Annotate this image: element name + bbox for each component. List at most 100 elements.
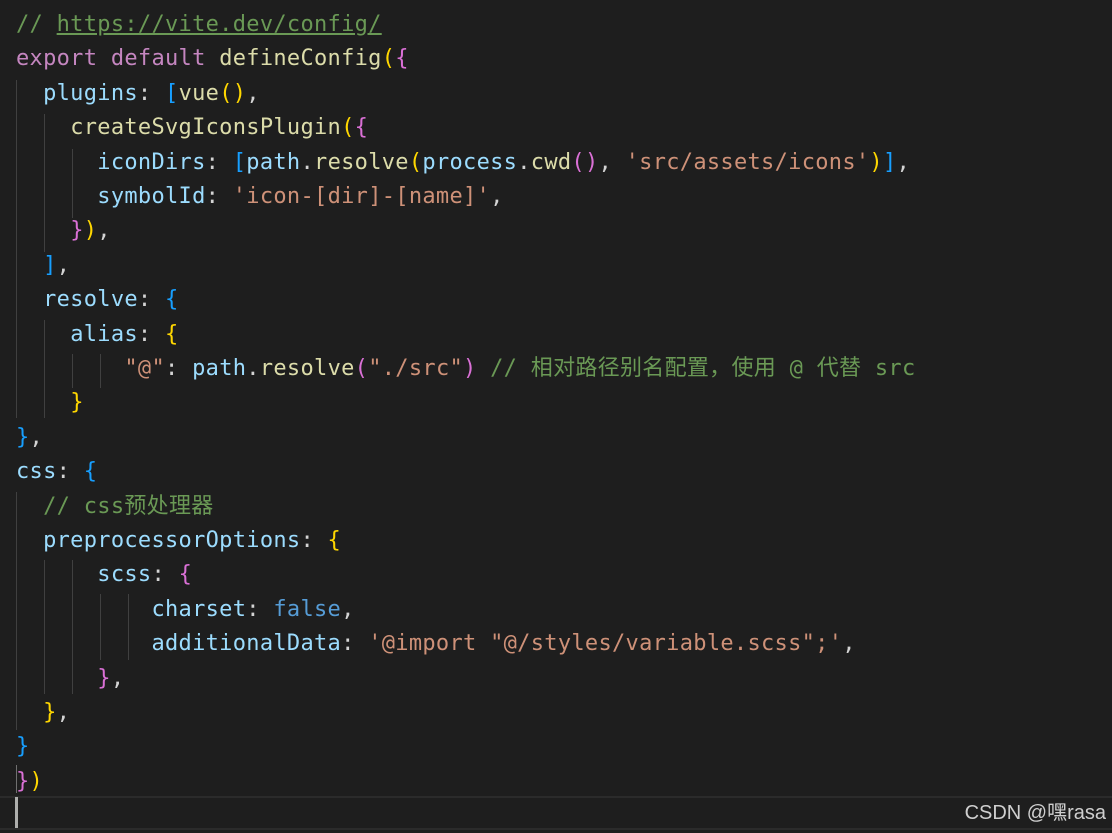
code-token: { [395, 46, 409, 72]
code-token: } [16, 768, 30, 794]
code-token: : [151, 562, 179, 588]
code-token: , [341, 596, 355, 622]
code-token: resolve [259, 356, 355, 381]
code-token: } [97, 665, 111, 691]
code-token: [ [165, 80, 179, 106]
code-token: // 相对路径别名配置，使用 @ 代替 src [476, 356, 916, 381]
code-line[interactable]: preprocessorOptions: { [16, 524, 341, 558]
code-token: plugins [43, 80, 138, 106]
code-token: scss [97, 562, 152, 588]
code-line[interactable]: alias: { [16, 318, 179, 352]
code-line[interactable]: css: { [16, 455, 97, 489]
code-token: } [70, 390, 84, 416]
code-token: : [300, 528, 328, 553]
code-token: () [219, 80, 247, 106]
code-line[interactable]: export default defineConfig({ [16, 42, 409, 76]
code-line[interactable]: plugins: [vue(), [16, 77, 260, 111]
code-token: alias [70, 321, 138, 347]
code-token: resolve [314, 149, 409, 175]
code-token: : [137, 287, 166, 313]
code-line[interactable]: symbolId: 'icon-[dir]-[name]', [16, 180, 504, 214]
code-editor[interactable]: // https://vite.dev/config/export defaul… [0, 0, 1112, 833]
code-line[interactable]: }) [16, 765, 43, 799]
code-token: , [246, 80, 260, 106]
text-cursor [15, 797, 18, 828]
code-token: { [165, 321, 179, 347]
code-token: ) [83, 218, 98, 244]
code-token: '@import "@/styles/variable.scss";' [368, 631, 843, 657]
code-token: ( [341, 115, 355, 141]
code-line[interactable]: // https://vite.dev/config/ [16, 8, 382, 42]
code-token: ) [29, 768, 44, 794]
code-token: : [205, 149, 233, 175]
code-token: ] [43, 252, 57, 278]
code-token: export default [16, 46, 220, 72]
code-token: } [70, 218, 84, 244]
code-line[interactable]: resolve: { [16, 283, 179, 317]
code-token: ( [354, 356, 369, 381]
code-token: vue [178, 80, 220, 106]
code-token: "@" [124, 356, 166, 381]
code-token: iconDirs [97, 149, 206, 175]
code-token: { [327, 528, 342, 553]
code-token: . [246, 356, 260, 381]
watermark: CSDN @嘿rasa [964, 802, 1106, 824]
code-token: cwd [530, 149, 572, 175]
code-line[interactable]: charset: false, [16, 593, 355, 627]
code-token: . [300, 149, 315, 175]
code-token: path [192, 356, 247, 381]
code-token: [ [232, 149, 247, 175]
current-line-highlight [0, 796, 1112, 830]
code-line[interactable]: // css预处理器 [16, 490, 214, 524]
code-line[interactable]: } [16, 386, 84, 420]
code-line[interactable]: }, [16, 662, 124, 696]
code-token: ] [882, 149, 897, 175]
code-token: css [16, 459, 57, 485]
code-token: { [354, 115, 369, 141]
code-token: , [842, 631, 856, 657]
code-line[interactable]: }, [16, 696, 70, 730]
code-token: defineConfig [219, 46, 382, 72]
code-token: () [571, 149, 599, 175]
code-token: : [56, 459, 84, 485]
code-line[interactable]: "@": path.resolve("./src") // 相对路径别名配置，使… [16, 352, 916, 386]
code-line[interactable]: additionalData: '@import "@/styles/varia… [16, 627, 856, 661]
code-token: resolve [43, 287, 138, 313]
code-line[interactable]: } [16, 730, 30, 764]
code-line[interactable]: }), [16, 214, 111, 248]
code-token: } [43, 700, 57, 725]
code-token: : [341, 631, 369, 657]
code-token: false [273, 596, 342, 622]
code-token: additionalData [151, 631, 342, 657]
code-token: { [178, 562, 193, 588]
code-token: , [110, 665, 125, 691]
code-token: "./src" [368, 356, 464, 381]
code-token: : [137, 321, 166, 347]
code-token: : [137, 80, 166, 106]
code-line[interactable]: }, [16, 421, 43, 455]
code-token: } [16, 734, 30, 760]
code-token: { [165, 287, 179, 313]
code-token: charset [151, 596, 247, 622]
code-line[interactable]: scss: { [16, 558, 192, 592]
code-line[interactable]: ], [16, 249, 70, 283]
code-token: ( [381, 46, 396, 72]
code-line[interactable]: iconDirs: [path.resolve(process.cwd(), '… [16, 146, 910, 180]
code-token: : [246, 596, 274, 622]
code-token: : [205, 184, 233, 209]
code-line[interactable]: createSvgIconsPlugin({ [16, 111, 368, 145]
code-token: path [246, 149, 301, 175]
code-token: , [490, 184, 504, 209]
